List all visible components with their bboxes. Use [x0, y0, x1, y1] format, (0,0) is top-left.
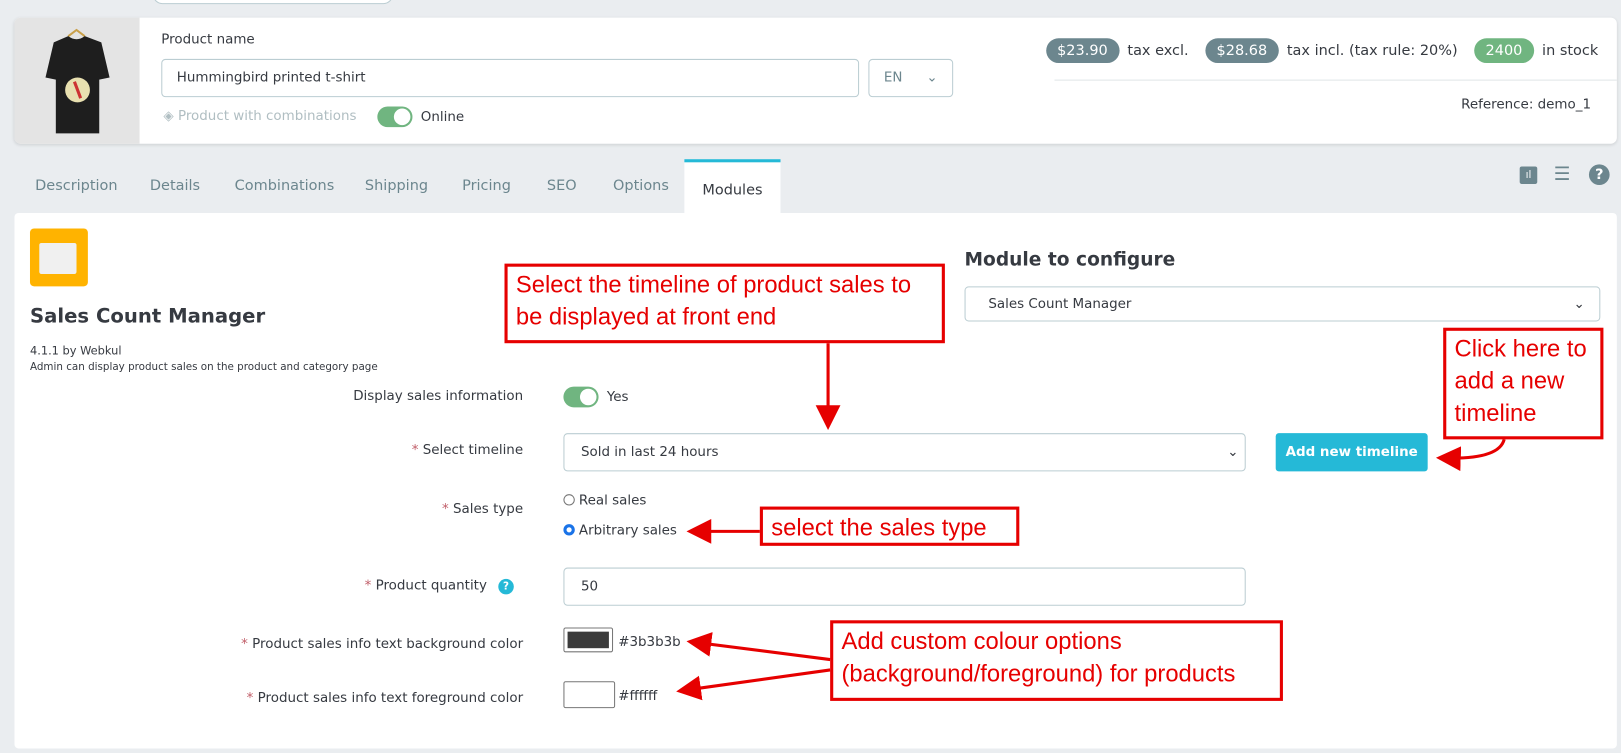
- annotation-arrows: [676, 343, 1506, 701]
- arrow-add-timeline: [1435, 438, 1506, 472]
- arrow-bg-color: [686, 632, 831, 662]
- arrow-fg-color: [676, 668, 831, 701]
